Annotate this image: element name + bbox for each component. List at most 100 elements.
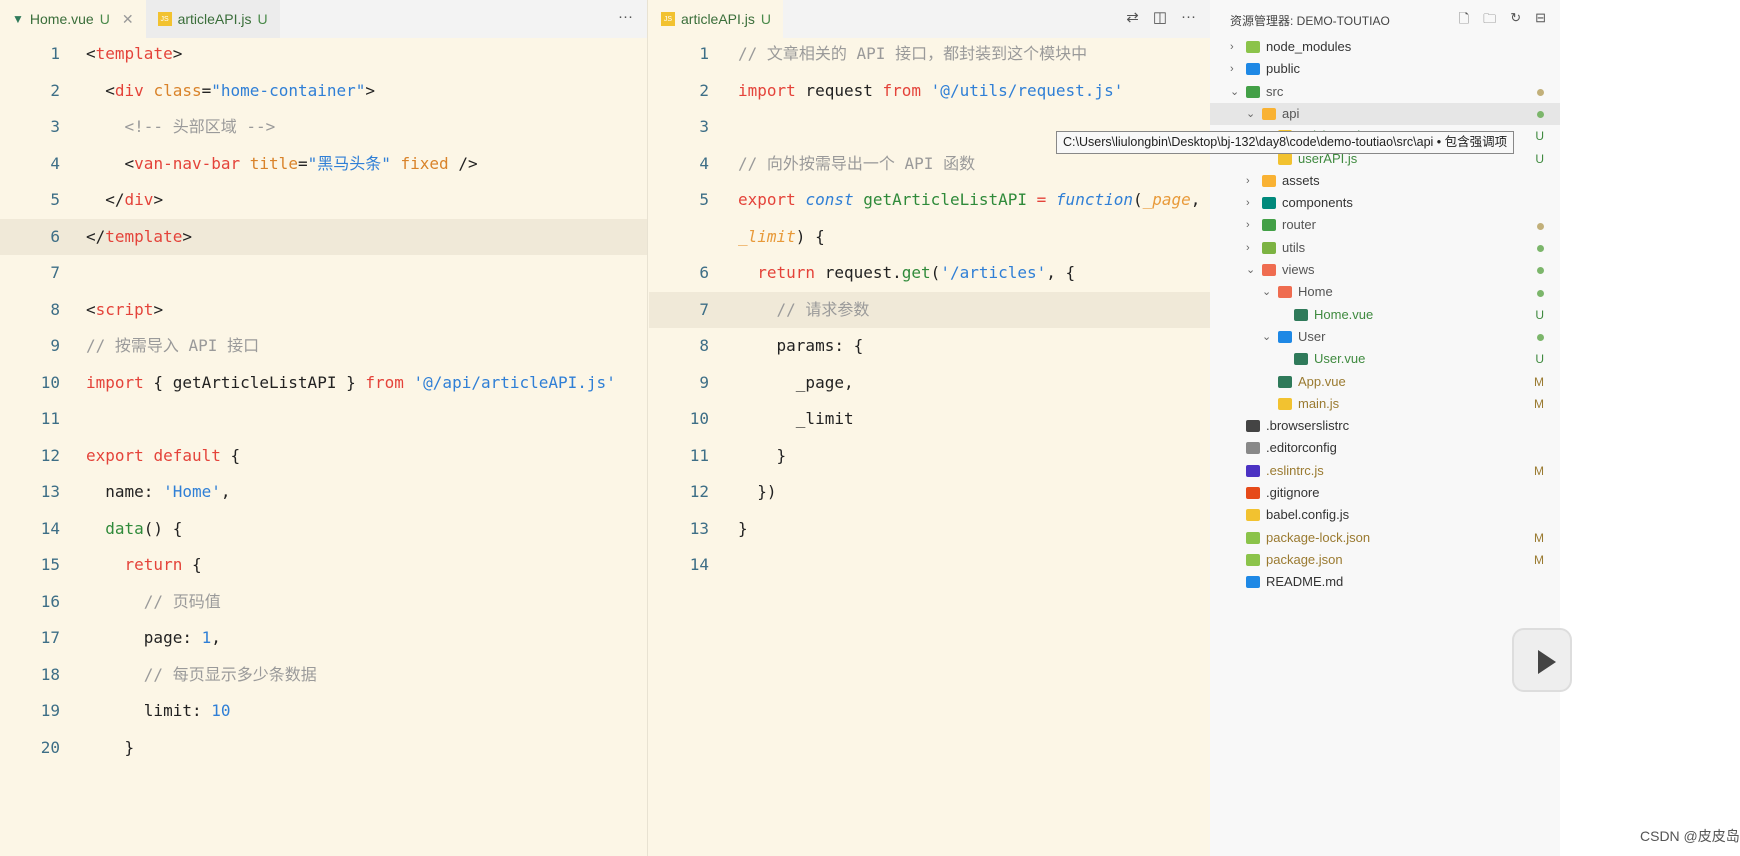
new-folder-icon[interactable]: 🗀 [1483, 10, 1496, 32]
code-token: ( [1132, 190, 1143, 209]
code-token: { [182, 555, 202, 574]
code-line[interactable]: 15 return { [0, 547, 647, 584]
tree-item[interactable]: Home.vue U [1210, 304, 1560, 326]
tree-item[interactable]: main.js M [1210, 393, 1560, 415]
tab-articleapi-js[interactable]: JS articleAPI.js U [145, 0, 280, 38]
code-line[interactable]: _limit) { [649, 219, 1210, 256]
chevron-right-icon[interactable]: › [1230, 36, 1234, 58]
compare-icon[interactable]: ⇄ [1126, 8, 1139, 26]
tree-item-label: User [1298, 328, 1326, 344]
line-text: // 每页显示多少条数据 [86, 657, 317, 694]
tree-item[interactable]: babel.config.js [1210, 504, 1560, 526]
tree-item[interactable]: ⌄ User [1210, 326, 1560, 348]
left-editor[interactable]: ▼ Home.vue U ✕ JS articleAPI.js U ··· 1 <templ… [0, 0, 648, 856]
code-line[interactable]: 7 // 请求参数 [649, 291, 1210, 328]
tree-item[interactable]: User.vue U [1210, 348, 1560, 370]
tree-item[interactable]: .gitignore [1210, 482, 1560, 504]
code-line[interactable]: 2 import request from '@/utils/request.js… [649, 73, 1210, 110]
code-line[interactable]: 12 }) [649, 474, 1210, 511]
split-editor-icon[interactable]: ◫ [1153, 8, 1167, 26]
tree-item[interactable]: ⌄ api [1210, 102, 1560, 125]
right-editor[interactable]: JS articleAPI.js U ⇄ ◫ ··· 1 // 文章相关的 API 接口，… [649, 0, 1210, 856]
more-actions-icon[interactable]: ··· [618, 8, 633, 25]
tree-item[interactable]: package-lock.json M [1210, 527, 1560, 549]
chevron-right-icon[interactable]: › [1246, 237, 1250, 259]
tree-item[interactable]: README.md [1210, 571, 1560, 593]
tree-item[interactable]: ⌄ Home [1210, 281, 1560, 303]
code-token: <!-- 头部区域 --> [86, 117, 276, 136]
line-text: return request.get('/articles', { [738, 255, 1075, 292]
new-file-icon[interactable]: 🗋 [1459, 10, 1469, 32]
code-line[interactable]: 5 export const getArticleListAPI = functi… [649, 182, 1210, 219]
code-line[interactable]: 1 <template> [0, 36, 647, 73]
tree-item[interactable]: › router [1210, 214, 1560, 236]
tree-item-label: .gitignore [1266, 485, 1320, 500]
code-line[interactable]: 17 page: 1, [0, 620, 647, 657]
tree-item[interactable]: › public [1210, 58, 1560, 80]
tree-item[interactable]: › node_modules [1210, 36, 1560, 58]
tree-item[interactable]: .editorconfig [1210, 437, 1560, 459]
chevron-right-icon[interactable]: › [1246, 192, 1250, 214]
code-line[interactable]: 10 _limit [649, 401, 1210, 438]
refresh-icon[interactable]: ↻ [1510, 10, 1521, 32]
code-token: div [124, 190, 154, 209]
code-line[interactable]: 6 </template> [0, 218, 647, 255]
file-icon [1246, 553, 1260, 566]
code-token: } [738, 445, 787, 465]
chevron-down-icon[interactable]: ⌄ [1246, 259, 1255, 281]
tree-item[interactable]: › components [1210, 192, 1560, 214]
code-line[interactable]: 13 name: 'Home', [0, 474, 647, 511]
line-number: 13 [40, 482, 60, 501]
code-line[interactable]: 11 } [649, 438, 1210, 475]
tree-item[interactable]: App.vue M [1210, 371, 1560, 393]
line-number: 7 [50, 263, 60, 282]
code-line[interactable]: 10 import { getArticleListAPI } from '@/a… [0, 365, 647, 402]
code-line[interactable]: 14 [649, 547, 1210, 584]
code-line[interactable]: 9 // 按需导入 API 接口 [0, 328, 647, 365]
chevron-down-icon[interactable]: ⌄ [1262, 326, 1271, 348]
tab-articleapi-js[interactable]: JS articleAPI.js U [649, 0, 784, 38]
code-line[interactable]: 11 [0, 401, 647, 438]
code-line[interactable]: 19 limit: 10 [0, 693, 647, 730]
code-line[interactable]: 18 // 每页显示多少条数据 [0, 657, 647, 694]
chevron-down-icon[interactable]: ⌄ [1262, 281, 1271, 303]
line-text: <van-nav-bar title="黑马头条" fixed /> [86, 146, 478, 183]
file-icon [1294, 308, 1308, 321]
code-line[interactable]: 16 // 页码值 [0, 584, 647, 621]
code-line[interactable]: 8 <script> [0, 292, 647, 329]
tree-item[interactable]: .browserslistrc [1210, 415, 1560, 437]
code-line[interactable]: 4 <van-nav-bar title="黑马头条" fixed /> [0, 146, 647, 183]
code-token: _limit [738, 226, 796, 246]
chevron-down-icon[interactable]: ⌄ [1246, 103, 1255, 125]
tree-item[interactable]: package.json M [1210, 549, 1560, 571]
code-line[interactable]: 13} [649, 511, 1210, 548]
code-token: // 页码值 [86, 591, 221, 611]
code-line[interactable]: 5 </div> [0, 182, 647, 219]
more-actions-icon[interactable]: ··· [1181, 8, 1196, 26]
tree-item[interactable]: › utils [1210, 237, 1560, 259]
tree-item[interactable]: ⌄ views [1210, 259, 1560, 281]
code-line[interactable]: 20 } [0, 730, 647, 767]
tree-item[interactable]: .eslintrc.js M [1210, 460, 1560, 482]
code-line[interactable]: 1 // 文章相关的 API 接口，都封装到这个模块中 [649, 36, 1210, 73]
tab-home-vue[interactable]: ▼ Home.vue U ✕ [0, 0, 146, 38]
close-icon[interactable]: ✕ [122, 11, 134, 28]
code-line[interactable]: 2 <div class="home-container"> [0, 73, 647, 110]
chevron-right-icon[interactable]: › [1246, 170, 1250, 192]
play-icon[interactable] [1512, 628, 1572, 692]
code-line[interactable]: 3 <!-- 头部区域 --> [0, 109, 647, 146]
chevron-right-icon[interactable]: › [1246, 214, 1250, 236]
code-line[interactable]: 8 params: { [649, 328, 1210, 365]
tree-item[interactable]: › assets [1210, 170, 1560, 192]
tree-item[interactable]: ⌄ src [1210, 81, 1560, 103]
code-line[interactable]: 12 export default { [0, 438, 647, 475]
code-line[interactable]: 14 data() { [0, 511, 647, 548]
chevron-down-icon[interactable]: ⌄ [1230, 81, 1239, 103]
code-line[interactable]: 6 return request.get('/articles', { [649, 255, 1210, 292]
chevron-right-icon[interactable]: › [1230, 58, 1234, 80]
code-line[interactable]: 9 _page, [649, 365, 1210, 402]
tree-item-label: .editorconfig [1266, 440, 1337, 456]
collapse-icon[interactable]: ⊟ [1535, 10, 1546, 32]
code-line[interactable]: 7 [0, 255, 647, 292]
